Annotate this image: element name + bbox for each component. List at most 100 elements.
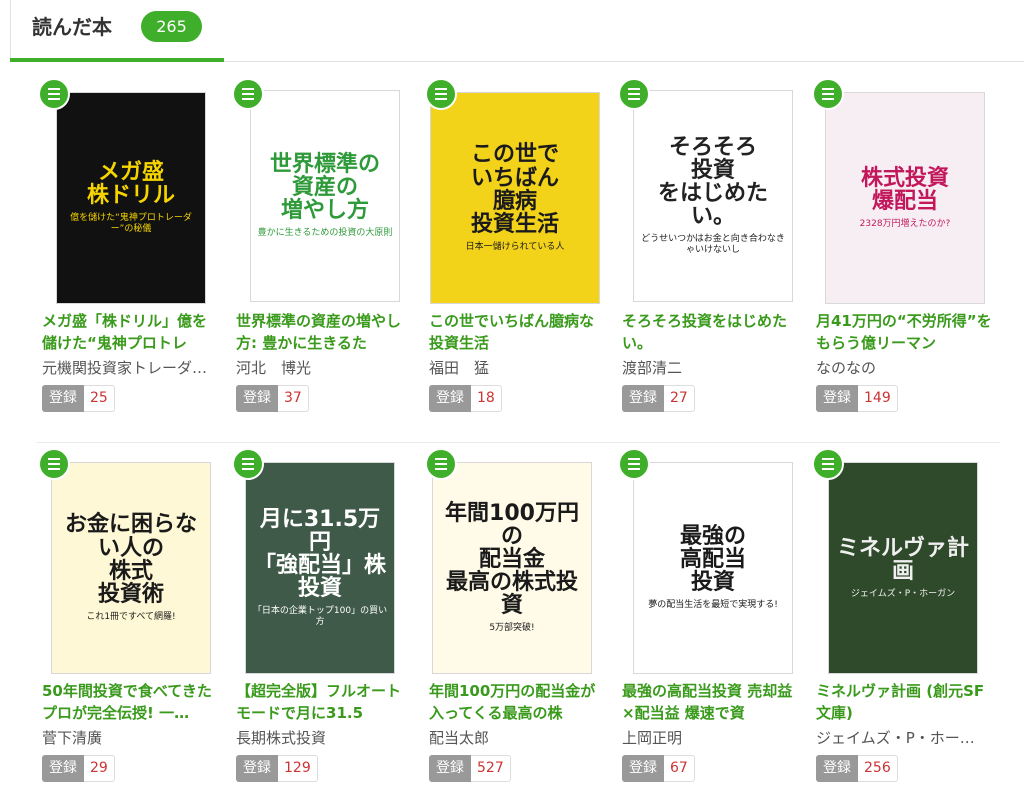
cover-subtitle-art: どうせいつかはお金と向き合わなきゃいけないし bbox=[641, 234, 785, 256]
register-count-value: 25 bbox=[84, 385, 115, 412]
register-count-value: 256 bbox=[858, 755, 898, 782]
book-author-link[interactable]: 元機関投資家トレーダ… bbox=[42, 358, 218, 378]
menu-icon[interactable] bbox=[425, 78, 457, 110]
register-count-value: 29 bbox=[84, 755, 115, 782]
cover-subtitle-art: 日本一儲けられている人 bbox=[465, 241, 565, 252]
book-cover-wrap: 世界標準の 資産の 増やし方 豊かに生きるための投資の大原則 bbox=[232, 78, 422, 308]
register-count[interactable]: 登録 29 bbox=[42, 755, 115, 782]
menu-icon[interactable] bbox=[425, 448, 457, 480]
register-label: 登録 bbox=[622, 755, 664, 782]
book-author-link[interactable]: 上岡正明 bbox=[622, 728, 798, 748]
cover-title-art: 世界標準の 資産の 増やし方 bbox=[269, 151, 380, 224]
book-cover[interactable]: 最強の 高配当 投資 夢の配当生活を最短で実現する! bbox=[633, 462, 793, 674]
register-label: 登録 bbox=[429, 385, 471, 412]
book-author-link[interactable]: 河北 博光 bbox=[236, 358, 412, 378]
menu-icon[interactable] bbox=[232, 448, 264, 480]
book-cover[interactable]: 株式投資 爆配当 2328万円増えたのか? bbox=[825, 92, 985, 304]
book-cover[interactable]: メガ盛 株ドリル億を儲けた“鬼神プロトレーダー”の秘儀 bbox=[56, 92, 206, 304]
register-label: 登録 bbox=[236, 755, 278, 782]
register-label: 登録 bbox=[42, 755, 84, 782]
register-label: 登録 bbox=[816, 755, 858, 782]
book-title-link[interactable]: この世でいちばん臆病な投資生活 bbox=[429, 310, 605, 354]
book-title-link[interactable]: 年間100万円の配当金が入ってくる最高の株 bbox=[429, 680, 605, 724]
register-label: 登録 bbox=[429, 755, 471, 782]
book-cover-wrap: 最強の 高配当 投資 夢の配当生活を最短で実現する! bbox=[618, 448, 808, 678]
book-title-link[interactable]: そろそろ投資をはじめたい。 bbox=[622, 310, 798, 354]
register-count[interactable]: 登録 129 bbox=[236, 755, 318, 782]
register-count-value: 527 bbox=[471, 755, 511, 782]
book-card: そろそろ 投資 をはじめたい。 どうせいつかはお金と向き合わなきゃいけないし そろそ… bbox=[618, 78, 798, 418]
cover-subtitle-art: 「日本の企業トップ100」の買い方 bbox=[252, 606, 388, 628]
menu-icon[interactable] bbox=[618, 78, 650, 110]
menu-icon[interactable] bbox=[38, 448, 70, 480]
cover-title-art: お金に困らない人の 株式 投資術 bbox=[64, 512, 197, 607]
register-count-value: 37 bbox=[278, 385, 309, 412]
book-cover[interactable]: 年間100万円の 配当金 最高の株式投資 5万部突破! bbox=[432, 462, 592, 674]
book-author-link[interactable]: 菅下清廣 bbox=[42, 728, 218, 748]
register-count[interactable]: 登録 25 bbox=[42, 385, 115, 412]
register-count[interactable]: 登録 18 bbox=[429, 385, 502, 412]
cover-title-art: 年間100万円の 配当金 最高の株式投資 bbox=[445, 500, 579, 619]
menu-icon[interactable] bbox=[812, 448, 844, 480]
register-count[interactable]: 登録 37 bbox=[236, 385, 309, 412]
register-count[interactable]: 登録 527 bbox=[429, 755, 511, 782]
register-label: 登録 bbox=[236, 385, 278, 412]
book-title-link[interactable]: 【超完全版】フルオートモードで月に31.5 bbox=[236, 680, 412, 724]
book-title-link[interactable]: 50年間投資で食べてきたプロが完全伝授! 一… bbox=[42, 680, 218, 724]
cover-title-art: そろそろ 投資 をはじめたい。 bbox=[657, 135, 768, 230]
menu-icon[interactable] bbox=[38, 78, 70, 110]
book-card: 最強の 高配当 投資 夢の配当生活を最短で実現する! 最強の高配当投資 売却益×配当… bbox=[618, 448, 798, 786]
book-card: 株式投資 爆配当 2328万円増えたのか? 月41万円の“不労所得”をもらう億リーマ… bbox=[812, 78, 992, 418]
register-count-value: 18 bbox=[471, 385, 502, 412]
book-card: メガ盛 株ドリル億を儲けた“鬼神プロトレーダー”の秘儀メガ盛「株ドリル」億を儲け… bbox=[38, 78, 218, 418]
register-label: 登録 bbox=[42, 385, 84, 412]
book-cover-wrap: 月に31.5万円 「強配当」株投資 「日本の企業トップ100」の買い方 bbox=[232, 448, 422, 678]
book-title-link[interactable]: 最強の高配当投資 売却益×配当益 爆速で資 bbox=[622, 680, 798, 724]
book-cover-wrap: メガ盛 株ドリル億を儲けた“鬼神プロトレーダー”の秘儀 bbox=[38, 78, 228, 308]
book-author-link[interactable]: 配当太郎 bbox=[429, 728, 605, 748]
book-card: 月に31.5万円 「強配当」株投資 「日本の企業トップ100」の買い方【超完全版】… bbox=[232, 448, 412, 786]
register-count-value: 27 bbox=[664, 385, 695, 412]
book-author-link[interactable]: なのなの bbox=[816, 358, 992, 378]
active-tab-underline bbox=[10, 58, 224, 62]
menu-icon[interactable] bbox=[812, 78, 844, 110]
book-cover[interactable]: 月に31.5万円 「強配当」株投資 「日本の企業トップ100」の買い方 bbox=[245, 462, 395, 674]
book-author-link[interactable]: 長期株式投資 bbox=[236, 728, 412, 748]
register-count-value: 149 bbox=[858, 385, 898, 412]
book-title-link[interactable]: 月41万円の“不労所得”をもらう億リーマン bbox=[816, 310, 992, 354]
book-title-link[interactable]: メガ盛「株ドリル」億を儲けた“鬼神プロトレ bbox=[42, 310, 218, 354]
book-title-link[interactable]: 世界標準の資産の増やし方: 豊かに生きるた bbox=[236, 310, 412, 354]
cover-subtitle-art: 夢の配当生活を最短で実現する! bbox=[648, 600, 778, 611]
menu-icon[interactable] bbox=[618, 448, 650, 480]
cover-title-art: 株式投資 爆配当 bbox=[860, 165, 949, 214]
cover-subtitle-art: ジェイムズ・P・ホーガン bbox=[850, 588, 956, 599]
book-cover[interactable]: 世界標準の 資産の 増やし方 豊かに生きるための投資の大原則 bbox=[250, 90, 400, 302]
register-count[interactable]: 登録 67 bbox=[622, 755, 695, 782]
book-cover-wrap: この世で いちばん 臆病 投資生活 日本一儲けられている人 bbox=[425, 78, 615, 308]
book-card: 年間100万円の 配当金 最高の株式投資 5万部突破! 年間100万円の配当金が入っ… bbox=[425, 448, 605, 786]
book-cover-wrap: ミネルヴァ計画 ジェイムズ・P・ホーガン bbox=[812, 448, 1002, 678]
register-count[interactable]: 登録 27 bbox=[622, 385, 695, 412]
register-label: 登録 bbox=[816, 385, 858, 412]
header-divider bbox=[224, 61, 1024, 62]
book-cover-wrap: 年間100万円の 配当金 最高の株式投資 5万部突破! bbox=[425, 448, 615, 678]
page-title[interactable]: 読んだ本 bbox=[32, 14, 112, 40]
book-author-link[interactable]: ジェイムズ・P・ホー… bbox=[816, 728, 992, 748]
book-card: 世界標準の 資産の 増やし方 豊かに生きるための投資の大原則世界標準の資産の増やし… bbox=[232, 78, 412, 418]
menu-icon[interactable] bbox=[232, 78, 264, 110]
book-cover[interactable]: この世で いちばん 臆病 投資生活 日本一儲けられている人 bbox=[430, 92, 600, 304]
book-card: お金に困らない人の 株式 投資術これ1冊ですべて網羅! 50年間投資で食べてきたプ… bbox=[38, 448, 218, 786]
cover-subtitle-art: これ1冊ですべて網羅! bbox=[86, 611, 176, 622]
cover-title-art: メガ盛 株ドリル bbox=[86, 160, 175, 209]
register-count[interactable]: 登録 256 bbox=[816, 755, 898, 782]
book-cover-wrap: お金に困らない人の 株式 投資術これ1冊ですべて網羅! bbox=[38, 448, 228, 678]
book-cover[interactable]: ミネルヴァ計画 ジェイムズ・P・ホーガン bbox=[828, 462, 978, 674]
book-author-link[interactable]: 福田 猛 bbox=[429, 358, 605, 378]
book-cover[interactable]: そろそろ 投資 をはじめたい。どうせいつかはお金と向き合わなきゃいけないし bbox=[633, 90, 793, 302]
register-count[interactable]: 登録 149 bbox=[816, 385, 898, 412]
cover-subtitle-art: 億を儲けた“鬼神プロトレーダー”の秘儀 bbox=[70, 213, 192, 235]
book-cover[interactable]: お金に困らない人の 株式 投資術これ1冊ですべて網羅! bbox=[51, 462, 211, 674]
book-count-badge: 265 bbox=[141, 11, 202, 42]
book-author-link[interactable]: 渡部清二 bbox=[622, 358, 798, 378]
book-title-link[interactable]: ミネルヴァ計画 (創元SF文庫) bbox=[816, 680, 992, 724]
